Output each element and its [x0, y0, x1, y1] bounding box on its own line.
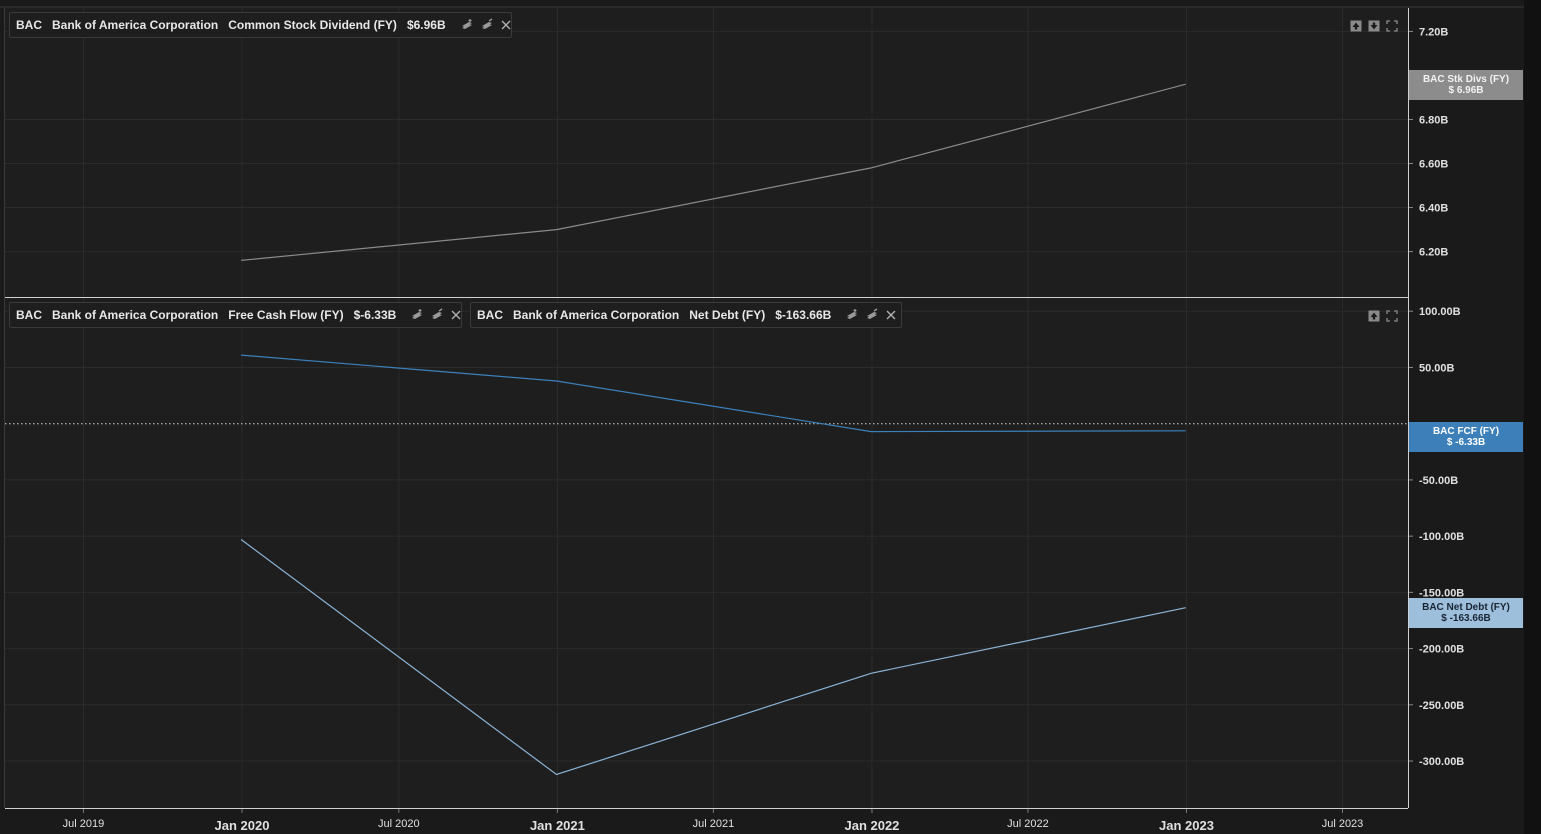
- x-tick-label: Jul 2023: [1322, 818, 1364, 830]
- series-chip-fcf[interactable]: BAC Bank of America Corporation Free Cas…: [9, 302, 462, 328]
- price-tag-net-debt: BAC Net Debt (FY) $ -163.66B: [1409, 598, 1523, 628]
- add-study-icon[interactable]: [460, 18, 474, 32]
- company-name: Bank of America Corporation: [513, 308, 680, 322]
- ticker-label: BAC: [16, 308, 42, 322]
- right-gutter: [1524, 0, 1541, 834]
- move-up-icon[interactable]: [1368, 310, 1380, 322]
- metric-label: Common Stock Dividend (FY): [228, 18, 397, 32]
- y-tick-label: 6.20B: [1419, 247, 1448, 259]
- metric-label: Free Cash Flow (FY): [228, 308, 344, 322]
- y-tick-label: 100.00B: [1419, 306, 1461, 318]
- edit-study-icon[interactable]: [430, 308, 444, 322]
- x-tick-label: Jul 2022: [1007, 818, 1049, 830]
- edit-study-icon[interactable]: [865, 308, 879, 322]
- add-study-icon[interactable]: [410, 308, 424, 322]
- chart-canvas[interactable]: Jul 2019 Jan 2020 Jul 2020 Jan 2021 Jul 2021…: [0, 0, 1541, 834]
- price-tag-label: BAC FCF (FY): [1432, 426, 1500, 437]
- price-tag-label: BAC Stk Divs (FY): [1422, 74, 1510, 85]
- ticker-label: BAC: [16, 18, 42, 32]
- x-tick-label: Jul 2019: [63, 818, 105, 830]
- x-tick-label: Jan 2022: [844, 818, 899, 833]
- y-tick-label: -250.00B: [1419, 700, 1464, 712]
- move-up-icon[interactable]: [1350, 20, 1362, 32]
- y-tick-label: -300.00B: [1419, 756, 1464, 768]
- company-name: Bank of America Corporation: [52, 18, 219, 32]
- price-tag-fcf: BAC FCF (FY) $ -6.33B: [1409, 422, 1523, 452]
- series-chip-net-debt[interactable]: BAC Bank of America Corporation Net Debt…: [470, 302, 902, 328]
- close-icon[interactable]: [450, 308, 462, 322]
- top-panel-area: [5, 8, 1408, 297]
- price-tag-label: BAC Net Debt (FY): [1422, 602, 1510, 613]
- close-icon[interactable]: [500, 18, 512, 32]
- ticker-label: BAC: [477, 308, 503, 322]
- price-tag-value: $ 6.96B: [1448, 85, 1484, 96]
- close-icon[interactable]: [885, 308, 897, 322]
- metric-value: $-6.33B: [353, 308, 397, 322]
- y-tick-label: 6.60B: [1419, 159, 1448, 171]
- y-tick-label: -50.00B: [1419, 475, 1458, 487]
- y-tick-label: 50.00B: [1419, 362, 1455, 374]
- x-tick-label: Jan 2021: [530, 818, 585, 833]
- add-study-icon[interactable]: [845, 308, 859, 322]
- series-chip-dividend[interactable]: BAC Bank of America Corporation Common S…: [9, 12, 512, 38]
- y-tick-label: -200.00B: [1419, 644, 1464, 656]
- metric-value: $6.96B: [406, 18, 446, 32]
- x-tick-label: Jan 2023: [1159, 818, 1214, 833]
- y-tick-label: 6.40B: [1419, 203, 1448, 215]
- metric-label: Net Debt (FY): [689, 308, 766, 322]
- x-tick-label: Jul 2020: [378, 818, 420, 830]
- edit-study-icon[interactable]: [480, 18, 494, 32]
- price-tag-dividend: BAC Stk Divs (FY) $ 6.96B: [1409, 70, 1523, 100]
- y-tick-label: -100.00B: [1419, 531, 1464, 543]
- company-name: Bank of America Corporation: [52, 308, 219, 322]
- x-tick-label: Jan 2020: [215, 818, 270, 833]
- chart-app: Jul 2019 Jan 2020 Jul 2020 Jan 2021 Jul 2021…: [0, 0, 1541, 834]
- bottom-panel-area: [5, 298, 1408, 808]
- x-tick-label: Jul 2021: [693, 818, 735, 830]
- maximize-icon[interactable]: [1386, 310, 1398, 322]
- price-tag-value: $ -6.33B: [1446, 437, 1486, 448]
- move-down-icon[interactable]: [1368, 20, 1380, 32]
- metric-value: $-163.66B: [775, 308, 832, 322]
- maximize-icon[interactable]: [1386, 20, 1398, 32]
- y-tick-label: 7.20B: [1419, 26, 1448, 38]
- y-tick-label: 6.80B: [1419, 114, 1448, 126]
- price-tag-value: $ -163.66B: [1441, 613, 1491, 624]
